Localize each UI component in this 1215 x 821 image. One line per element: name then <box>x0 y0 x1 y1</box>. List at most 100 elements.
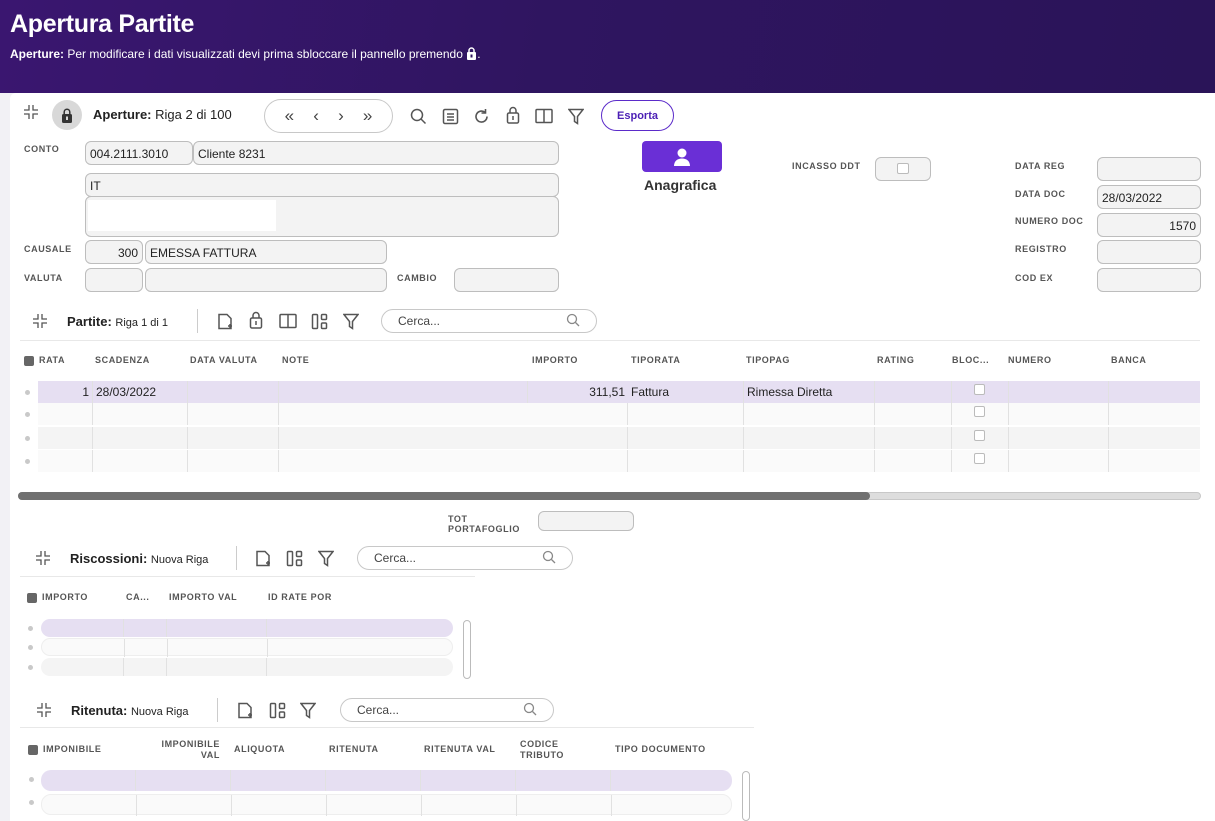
cell <box>167 619 267 637</box>
lock-toggle-icon[interactable] <box>503 105 523 125</box>
riscossioni-search-input[interactable]: Cerca... <box>357 546 573 570</box>
table-row[interactable]: 1 28/03/2022 311,51 Fattura Rimessa Dire… <box>38 381 1200 403</box>
user-icon <box>674 148 690 166</box>
col-bloccato[interactable]: BLOC... <box>952 355 989 366</box>
prev-record-button[interactable]: ‹ <box>313 106 319 126</box>
col-rating[interactable]: RATING <box>877 355 914 366</box>
col-importo[interactable]: IMPORTO <box>532 355 578 366</box>
data-reg-field[interactable] <box>1097 157 1201 181</box>
export-button[interactable]: Esporta <box>601 100 674 131</box>
col-data-valuta[interactable]: DATA VALUTA <box>190 355 258 366</box>
new-row-icon[interactable] <box>253 548 273 568</box>
country-field[interactable]: IT <box>85 173 559 197</box>
row-checkbox[interactable] <box>974 453 985 464</box>
col-scadenza[interactable]: SCADENZA <box>95 355 150 366</box>
table-row[interactable] <box>38 403 1200 425</box>
table-row[interactable] <box>41 770 732 791</box>
refresh-icon[interactable] <box>471 106 491 126</box>
col-tiporata[interactable]: TIPORATA <box>631 355 680 366</box>
new-row-icon[interactable] <box>235 700 255 720</box>
filter-icon[interactable] <box>566 106 586 126</box>
new-row-icon[interactable] <box>215 311 235 331</box>
partite-collapse-icon[interactable] <box>31 312 49 330</box>
select-all-checkbox[interactable] <box>24 356 34 366</box>
data-doc-field[interactable]: 28/03/2022 <box>1097 185 1201 209</box>
col-banca[interactable]: BANCA <box>1111 355 1147 366</box>
columns-icon[interactable] <box>267 700 287 720</box>
columns-icon[interactable] <box>309 311 329 331</box>
row-checkbox[interactable] <box>974 430 985 441</box>
first-record-button[interactable]: « <box>285 106 294 126</box>
conto-name-field[interactable]: Cliente 8231 <box>193 141 559 165</box>
col-ritenuta[interactable]: RITENUTA <box>329 744 379 755</box>
conto-code-field[interactable]: 004.2111.3010 <box>85 141 193 165</box>
col-tipopag[interactable]: TIPOPAG <box>746 355 790 366</box>
vertical-scrollbar[interactable] <box>742 771 750 821</box>
select-all-checkbox[interactable] <box>28 745 38 755</box>
tot-portafoglio-field[interactable] <box>538 511 634 531</box>
collapse-icon[interactable] <box>22 103 40 121</box>
cell <box>124 658 167 676</box>
row-checkbox[interactable] <box>974 406 985 417</box>
lock-toggle-icon[interactable] <box>246 310 266 330</box>
cell-tipopag: Rimessa Diretta <box>744 381 875 403</box>
row-checkbox[interactable] <box>974 384 985 395</box>
cell <box>168 639 268 657</box>
col-note[interactable]: NOTE <box>282 355 309 366</box>
cod-ex-field[interactable] <box>1097 268 1201 292</box>
filter-icon[interactable] <box>298 700 318 720</box>
causale-desc-field[interactable]: EMESSA FATTURA <box>145 240 387 264</box>
search-icon <box>523 702 537 719</box>
col-aliquota[interactable]: ALIQUOTA <box>234 744 285 755</box>
table-row[interactable] <box>38 427 1200 449</box>
ritenuta-search-input[interactable]: Cerca... <box>340 698 554 722</box>
last-record-button[interactable]: » <box>363 106 372 126</box>
book-icon[interactable] <box>534 106 554 126</box>
registro-field[interactable] <box>1097 240 1201 264</box>
filter-icon[interactable] <box>316 548 336 568</box>
col-ritenuta-val[interactable]: RITENUTA VAL <box>424 744 496 755</box>
cambio-field[interactable] <box>454 268 559 292</box>
vertical-scrollbar[interactable] <box>463 620 471 679</box>
cell-note <box>279 427 628 449</box>
table-row[interactable] <box>41 638 453 657</box>
filter-icon[interactable] <box>341 311 361 331</box>
valuta-label: VALUTA <box>24 273 63 283</box>
valuta-code-field[interactable] <box>85 268 143 292</box>
data-doc-label: DATA DOC <box>1015 189 1066 199</box>
address-field[interactable] <box>85 196 559 237</box>
partite-search-input[interactable]: Cerca... <box>381 309 597 333</box>
incasso-ddt-toggle[interactable] <box>875 157 931 181</box>
cell-rata <box>38 427 93 449</box>
col-id-rate-por[interactable]: ID RATE POR <box>268 592 332 603</box>
unlock-button[interactable] <box>52 100 82 130</box>
col-tipo-documento[interactable]: TIPO DOCUMENTO <box>615 744 706 755</box>
col-imponibile[interactable]: IMPONIBILE <box>43 744 102 755</box>
col-numero[interactable]: NUMERO <box>1008 355 1052 366</box>
search-icon[interactable] <box>408 106 428 126</box>
table-row[interactable] <box>41 619 453 637</box>
next-record-button[interactable]: › <box>338 106 344 126</box>
cell-tiporata <box>628 403 744 425</box>
col-codice-tributo[interactable]: CODICE TRIBUTO <box>520 739 564 761</box>
book-icon[interactable] <box>278 311 298 331</box>
riscossioni-collapse-icon[interactable] <box>34 549 52 567</box>
list-icon[interactable] <box>440 106 460 126</box>
col-importo-val[interactable]: IMPORTO VAL <box>169 592 237 603</box>
cell-rating <box>875 381 952 403</box>
table-row[interactable] <box>41 658 453 676</box>
table-row[interactable] <box>38 450 1200 472</box>
valuta-desc-field[interactable] <box>145 268 387 292</box>
anagrafica-button[interactable] <box>642 141 722 172</box>
ritenuta-collapse-icon[interactable] <box>35 701 53 719</box>
numero-doc-field[interactable]: 1570 <box>1097 213 1201 237</box>
col-imponibile-val[interactable]: IMPONIBILE VAL <box>160 739 220 761</box>
select-all-checkbox[interactable] <box>27 593 37 603</box>
col-importo[interactable]: IMPORTO <box>42 592 88 603</box>
col-rata[interactable]: RATA <box>39 355 65 366</box>
causale-code-field[interactable]: 300 <box>85 240 143 264</box>
col-cambio[interactable]: CA... <box>126 592 150 603</box>
horizontal-scrollbar-thumb[interactable] <box>18 492 870 500</box>
table-row[interactable] <box>41 794 732 816</box>
columns-icon[interactable] <box>284 548 304 568</box>
